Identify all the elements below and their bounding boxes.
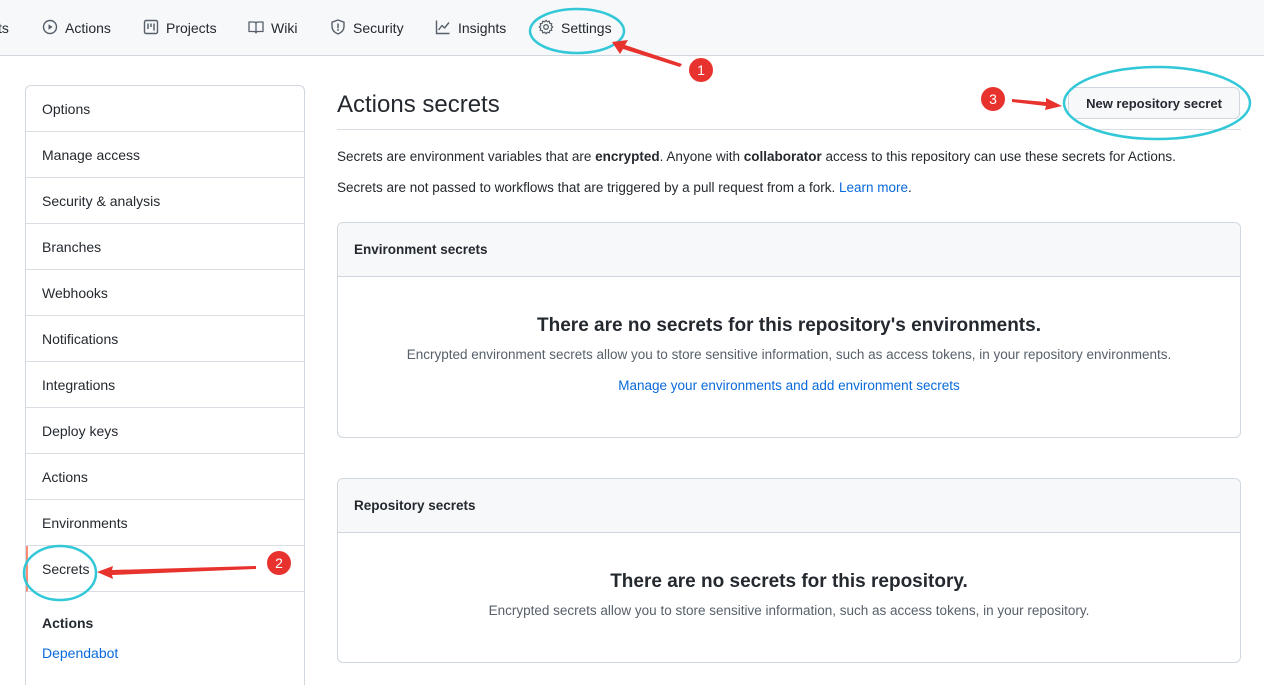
sidebar-item-label: Environments	[42, 514, 128, 531]
sidebar-item-deploy-keys[interactable]: Deploy keys	[26, 408, 304, 454]
sidebar-item-label: Secrets	[42, 560, 90, 577]
nav-item-actions[interactable]: Actions	[42, 18, 111, 38]
nav-item-label: Wiki	[271, 20, 298, 36]
sidebar-item-dependabot[interactable]: Dependabot	[42, 645, 118, 661]
fork-note: Secrets are not passed to workflows that…	[337, 180, 912, 195]
sidebar-item-label: Manage access	[42, 146, 141, 163]
nav-item-partial[interactable]: ts	[0, 18, 9, 38]
book-icon	[248, 19, 271, 38]
environment-secrets-box: Environment secrets There are no secrets…	[337, 222, 1241, 438]
sidebar-item-manage-access[interactable]: Manage access	[26, 132, 304, 178]
desc-text: Secrets are environment variables that a…	[337, 149, 596, 164]
sidebar-item-options[interactable]: Options	[26, 86, 304, 132]
env-blankslate-text: Encrypted environment secrets allow you …	[406, 347, 1172, 362]
manage-environments-link[interactable]: Manage your environments and add environ…	[338, 378, 1240, 393]
sidebar-item-label: Options	[42, 100, 91, 117]
repository-secrets-heading: Repository secrets	[338, 479, 1240, 533]
sidebar-item-label: Branches	[42, 238, 102, 255]
nav-item-security[interactable]: Security	[330, 18, 404, 38]
sidebar-item-environments[interactable]: Environments	[26, 500, 304, 546]
nav-item-partial-label: ts	[0, 20, 9, 36]
desc-text: access to this repository can use these …	[821, 149, 1176, 164]
nav-item-settings[interactable]: Settings	[538, 18, 612, 38]
sidebar-item-label: Security & analysis	[42, 192, 161, 209]
repo-blankslate-title: There are no secrets for this repository…	[610, 571, 968, 592]
sidebar-item-label: Notifications	[42, 330, 119, 347]
learn-more-link[interactable]: Learn more	[839, 180, 908, 195]
nav-item-label: Projects	[166, 20, 217, 36]
desc-text: Secrets are not passed to workflows that…	[337, 180, 839, 195]
sidebar-item-security-analysis[interactable]: Security & analysis	[26, 178, 304, 224]
desc-text: . Anyone with	[659, 149, 744, 164]
sidebar-group-heading: Actions	[42, 615, 94, 631]
desc-bold-encrypted: encrypted	[595, 149, 660, 164]
nav-item-label: Insights	[458, 20, 507, 36]
project-icon	[143, 19, 166, 38]
sidebar-item-branches[interactable]: Branches	[26, 224, 304, 270]
sidebar-item-integrations[interactable]: Integrations	[26, 362, 304, 408]
new-repository-secret-button[interactable]: New repository secret	[1068, 87, 1240, 119]
repo-nav: ts Actions Projects Wiki Security Insigh…	[0, 0, 1264, 56]
secrets-description: Secrets are environment variables that a…	[337, 149, 1176, 164]
sidebar-item-label: Deploy keys	[42, 422, 119, 439]
gear-icon	[538, 19, 561, 38]
annotation-badge-3: 3	[981, 87, 1005, 111]
annotation-badge-1: 1	[689, 58, 713, 82]
graph-icon	[435, 19, 458, 38]
sidebar-item-secrets[interactable]: Secrets	[26, 546, 304, 592]
page-title: Actions secrets	[337, 91, 500, 118]
sidebar-item-actions[interactable]: Actions	[26, 454, 304, 500]
nav-item-wiki[interactable]: Wiki	[248, 18, 297, 38]
environment-secrets-heading: Environment secrets	[338, 223, 1240, 277]
repo-blankslate-text: Encrypted secrets allow you to store sen…	[488, 603, 1090, 618]
nav-item-projects[interactable]: Projects	[143, 18, 217, 38]
annotation-arrow-3	[1012, 98, 1062, 110]
desc-bold-collaborator: collaborator	[743, 149, 822, 164]
sidebar-item-label: Integrations	[42, 376, 116, 393]
nav-item-label: Settings	[561, 20, 612, 36]
sidebar-item-label: Actions	[42, 468, 88, 485]
desc-text: .	[908, 180, 912, 195]
annotation-badge-2: 2	[267, 551, 291, 575]
nav-item-label: Actions	[65, 20, 111, 36]
shield-icon	[330, 18, 353, 38]
nav-item-insights[interactable]: Insights	[435, 18, 506, 38]
title-divider	[337, 129, 1241, 130]
settings-sidebar: Options Manage access Security & analysi…	[25, 85, 305, 685]
play-icon	[42, 19, 65, 38]
sidebar-item-webhooks[interactable]: Webhooks	[26, 270, 304, 316]
nav-item-label: Security	[353, 20, 404, 36]
sidebar-item-label: Webhooks	[42, 284, 108, 301]
sidebar-item-notifications[interactable]: Notifications	[26, 316, 304, 362]
repository-secrets-box: Repository secrets There are no secrets …	[337, 478, 1241, 663]
env-blankslate-title: There are no secrets for this repository…	[537, 315, 1041, 336]
